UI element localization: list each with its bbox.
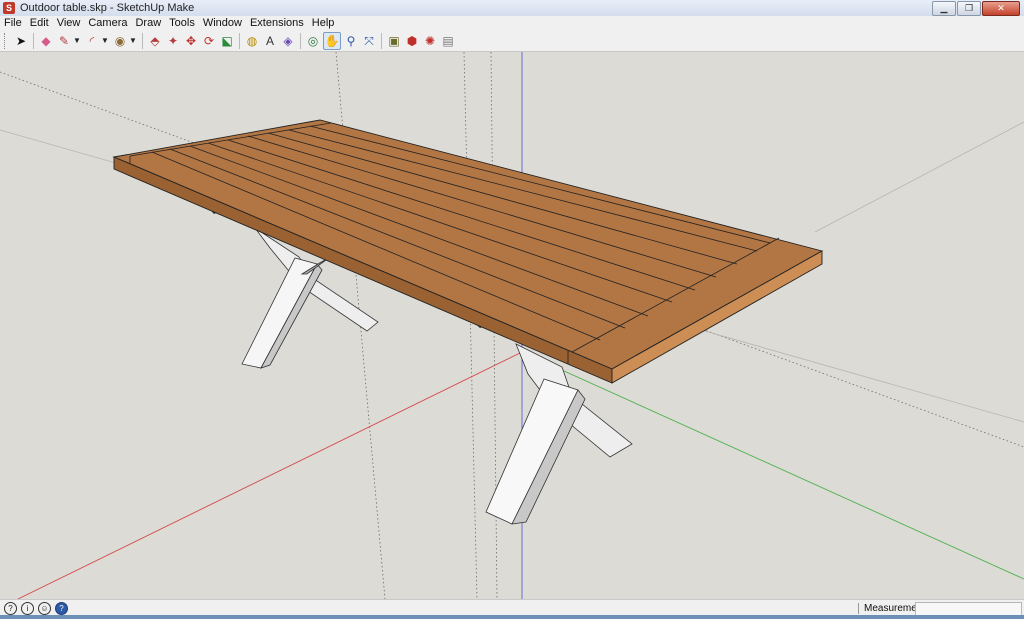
scale-tool-icon[interactable]: ⬕ [219, 33, 235, 49]
close-icon[interactable]: ✕ [982, 1, 1020, 16]
main-toolbar: ➤ ◆ ✎ ▼ ◜ ▼ ◉ ▼ ⬘ ✦ ✥ ⟳ ⬕ ◍ A ◈ ◎ ✋ ⚲ ⤧ … [0, 30, 1024, 52]
minimize-icon[interactable]: ▁ [932, 1, 956, 16]
toolbar-grip[interactable] [4, 32, 8, 49]
dotted-guide-line [463, 52, 478, 599]
pencil-line-tool-icon[interactable]: ✎ [56, 33, 72, 49]
follow-me-tool-icon[interactable]: ✦ [165, 33, 181, 49]
user-account-icon[interactable]: ☺ [38, 601, 51, 615]
menu-file[interactable]: File [0, 17, 26, 29]
menu-camera[interactable]: Camera [84, 17, 131, 29]
menu-extensions[interactable]: Extensions [246, 17, 308, 29]
drawing-viewport[interactable] [0, 52, 1024, 599]
shapes-tool-icon[interactable]: ◉ [112, 33, 128, 49]
rotate-tool-icon[interactable]: ⟳ [201, 33, 217, 49]
green-axis [521, 351, 1024, 580]
credits-icon[interactable]: i [21, 601, 34, 615]
window-title: Outdoor table.skp - SketchUp Make [20, 2, 195, 14]
zoom-tool-icon[interactable]: ⚲ [343, 33, 359, 49]
chevron-down-icon[interactable]: ▼ [129, 36, 137, 45]
geo-location-icon[interactable]: ? [4, 601, 17, 615]
move-tool-icon[interactable]: ✥ [183, 33, 199, 49]
toolbar-separator [33, 32, 34, 49]
chevron-down-icon[interactable]: ▼ [73, 36, 81, 45]
tape-measure-tool-icon[interactable]: ◍ [244, 33, 260, 49]
menu-tools[interactable]: Tools [165, 17, 199, 29]
text-tool-icon[interactable]: A [262, 33, 278, 49]
title-bar: S Outdoor table.skp - SketchUp Make ▁ ❐ … [0, 0, 1024, 16]
table-top [112, 119, 824, 384]
menu-bar: File Edit View Camera Draw Tools Window … [0, 16, 1024, 30]
status-bar: ? i ☺ ? Measurements [0, 599, 1024, 616]
eraser-tool-icon[interactable]: ◆ [38, 33, 54, 49]
sketchup-icon: S [3, 2, 15, 14]
components-icon[interactable]: ▣ [386, 33, 402, 49]
toolbar-separator [381, 32, 382, 49]
maximize-icon[interactable]: ❐ [957, 1, 981, 16]
instructor-help-icon[interactable]: ? [55, 601, 68, 615]
paint-bucket-tool-icon[interactable]: ◈ [280, 33, 296, 49]
push-pull-tool-icon[interactable]: ⬘ [147, 33, 163, 49]
pan-tool-icon[interactable]: ✋ [323, 31, 341, 50]
menu-view[interactable]: View [53, 17, 85, 29]
zoom-extents-tool-icon[interactable]: ⤧ [361, 33, 377, 49]
red-axis [17, 351, 523, 599]
orbit-tool-icon[interactable]: ◎ [305, 33, 321, 49]
toolbar-separator [239, 32, 240, 49]
toolbar-separator [300, 32, 301, 49]
model-canvas[interactable] [0, 52, 1024, 599]
layout-icon[interactable]: ▤ [440, 33, 456, 49]
arc-tool-icon[interactable]: ◜ [84, 33, 100, 49]
measurements-input[interactable] [915, 602, 1022, 616]
3d-warehouse-icon[interactable]: ⬢ [404, 33, 420, 49]
toolbar-separator [142, 32, 143, 49]
menu-edit[interactable]: Edit [26, 17, 53, 29]
status-divider [858, 603, 859, 614]
chevron-down-icon[interactable]: ▼ [101, 36, 109, 45]
construction-line [814, 121, 1024, 233]
extension-warehouse-icon[interactable]: ✺ [422, 33, 438, 49]
os-taskbar [0, 615, 1024, 619]
menu-draw[interactable]: Draw [131, 17, 165, 29]
menu-window[interactable]: Window [199, 17, 246, 29]
select-tool-icon[interactable]: ➤ [13, 33, 29, 49]
menu-help[interactable]: Help [308, 17, 339, 29]
